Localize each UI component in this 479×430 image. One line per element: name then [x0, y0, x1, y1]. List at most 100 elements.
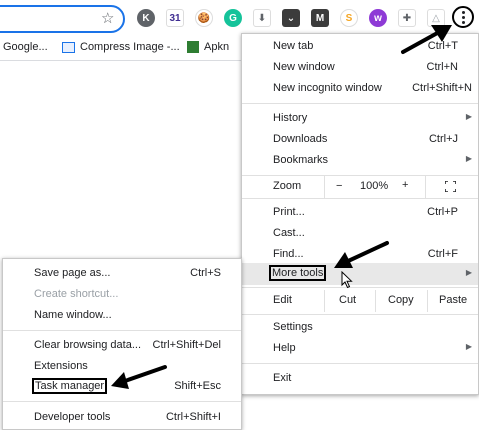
menu-item-label: Cast... — [273, 227, 305, 239]
menu-item-label: New incognito window — [273, 82, 382, 94]
bookmark-apkn[interactable]: Apkn — [187, 41, 229, 53]
menu-item-label: Find... — [273, 248, 304, 260]
menu-item-name-window[interactable]: Name window... — [3, 306, 241, 326]
zoom-level: 100% — [360, 180, 389, 192]
menu-item-bookmarks[interactable]: Bookmarks ▶ — [242, 151, 478, 171]
menu-item-label: Save page as... — [34, 267, 111, 279]
menu-item-shortcut: Ctrl+P — [427, 206, 458, 218]
menu-item-find[interactable]: Find... Ctrl+F — [242, 245, 478, 265]
zoom-out-button[interactable]: − — [336, 180, 342, 192]
cookie-extension-icon[interactable]: 🍪 — [195, 9, 213, 27]
menu-item-downloads[interactable]: Downloads Ctrl+J — [242, 130, 478, 150]
menu-item-settings[interactable]: Settings — [242, 318, 478, 338]
zoom-in-button[interactable]: + — [402, 179, 408, 191]
menu-item-developer-tools[interactable]: Developer tools Ctrl+Shift+I — [3, 408, 241, 428]
menu-item-label: New window — [273, 61, 335, 73]
menu-item-print[interactable]: Print... Ctrl+P — [242, 203, 478, 223]
menu-item-label: New tab — [273, 40, 314, 52]
grammarly-extension-icon[interactable]: G — [224, 9, 242, 27]
k-extension-icon[interactable]: K — [137, 9, 155, 27]
menu-item-shortcut: Ctrl+S — [190, 267, 221, 279]
more-tools-submenu: Save page as... Ctrl+S Create shortcut..… — [2, 258, 242, 430]
m-extension-icon[interactable]: M — [311, 9, 329, 27]
menu-item-label: Bookmarks — [273, 154, 329, 166]
menu-item-label: History — [273, 112, 308, 124]
submenu-arrow-icon: ▶ — [465, 342, 472, 351]
menu-item-clear-browsing-data[interactable]: Clear browsing data... Ctrl+Shift+Del — [3, 336, 241, 356]
menu-item-shortcut: Ctrl+J — [428, 133, 458, 145]
submenu-arrow-icon: ▶ — [465, 154, 472, 163]
edit-divider — [375, 290, 376, 312]
menu-item-label: Help — [273, 342, 296, 354]
menu-item-label: More tools — [269, 265, 327, 281]
menu-item-new-tab[interactable]: New tab Ctrl+T — [242, 37, 478, 57]
three-dots-menu-icon[interactable] — [452, 6, 474, 28]
puzzle-extensions-icon[interactable]: ✚ — [398, 9, 416, 27]
menu-item-label: Exit — [273, 372, 292, 384]
menu-item-more-tools[interactable]: More tools ▶ — [242, 263, 478, 285]
s-extension-icon[interactable]: S — [340, 9, 358, 27]
menu-item-label: Downloads — [273, 133, 328, 145]
menu-item-shortcut: Ctrl+Shift+I — [165, 411, 221, 423]
menu-item-label: Task manager — [32, 378, 108, 394]
chrome-main-menu: New tab Ctrl+T New window Ctrl+N New inc… — [241, 33, 479, 395]
zoom-divider — [324, 176, 325, 198]
w-extension-icon[interactable]: w — [369, 9, 387, 27]
bookmark-google[interactable]: Google... — [3, 41, 48, 53]
menu-item-shortcut: Ctrl+Shift+Del — [152, 339, 221, 351]
menu-item-label: Developer tools — [34, 411, 111, 423]
menu-item-save-page-as[interactable]: Save page as... Ctrl+S — [3, 264, 241, 284]
menu-item-shortcut: Ctrl+N — [426, 61, 458, 73]
bookmark-label: Google... — [3, 41, 48, 53]
apkn-bookmark-icon — [187, 41, 199, 53]
menu-item-label: Extensions — [34, 360, 88, 372]
menu-item-label: Create shortcut... — [34, 288, 119, 300]
compress-image-bookmark-icon — [62, 41, 75, 53]
fullscreen-icon[interactable] — [444, 180, 457, 193]
menu-item-label: Print... — [273, 206, 305, 218]
menu-item-shortcut: Shift+Esc — [174, 380, 221, 392]
zoom-row: Zoom − 100% + — [242, 176, 478, 198]
menu-item-create-shortcut[interactable]: Create shortcut... — [3, 285, 241, 305]
cut-button[interactable]: Cut — [339, 294, 356, 306]
menu-separator — [242, 314, 478, 315]
copy-button[interactable]: Copy — [388, 294, 414, 306]
edit-row: Edit Cut Copy Paste — [242, 290, 478, 312]
menu-separator — [242, 198, 478, 199]
menu-separator — [3, 401, 241, 402]
submenu-arrow-icon: ▶ — [465, 112, 472, 121]
menu-item-history[interactable]: History ▶ — [242, 109, 478, 129]
menu-separator — [242, 287, 478, 288]
edit-divider — [324, 290, 325, 312]
menu-item-label: Settings — [273, 321, 313, 333]
menu-item-label: Clear browsing data... — [34, 339, 141, 351]
zoom-divider — [425, 176, 426, 198]
bookmark-compress-image[interactable]: Compress Image -... — [62, 41, 180, 53]
menu-item-shortcut: Ctrl+T — [427, 40, 458, 52]
bookmark-label: Compress Image -... — [80, 41, 180, 53]
bookmark-label: Apkn — [204, 41, 230, 53]
menu-item-shortcut: Ctrl+Shift+N — [412, 82, 472, 94]
menu-separator — [3, 330, 241, 331]
download-extension-icon[interactable]: ⬇ — [253, 9, 271, 27]
paste-button[interactable]: Paste — [439, 294, 467, 306]
menu-item-exit[interactable]: Exit — [242, 369, 478, 389]
submenu-arrow-icon: ▶ — [465, 268, 472, 277]
menu-item-help[interactable]: Help ▶ — [242, 339, 478, 359]
menu-separator — [242, 363, 478, 364]
menu-item-label: Name window... — [34, 309, 112, 321]
calendar-extension-icon[interactable]: 31 — [166, 9, 184, 27]
star-icon[interactable]: ☆ — [101, 9, 114, 27]
pocket-extension-icon[interactable]: ⌄ — [282, 9, 300, 27]
menu-separator — [242, 103, 478, 104]
menu-item-new-incognito-window[interactable]: New incognito window Ctrl+Shift+N — [242, 79, 478, 99]
menu-item-extensions[interactable]: Extensions — [3, 357, 241, 377]
menu-item-shortcut: Ctrl+F — [427, 248, 458, 260]
mouse-pointer-icon — [341, 270, 353, 289]
zoom-label: Zoom — [273, 180, 302, 192]
menu-item-new-window[interactable]: New window Ctrl+N — [242, 58, 478, 78]
triangle-extension-icon[interactable]: △ — [427, 9, 445, 27]
menu-item-cast[interactable]: Cast... — [242, 224, 478, 244]
edit-divider — [427, 290, 428, 312]
menu-item-task-manager[interactable]: Task manager Shift+Esc — [3, 377, 241, 397]
